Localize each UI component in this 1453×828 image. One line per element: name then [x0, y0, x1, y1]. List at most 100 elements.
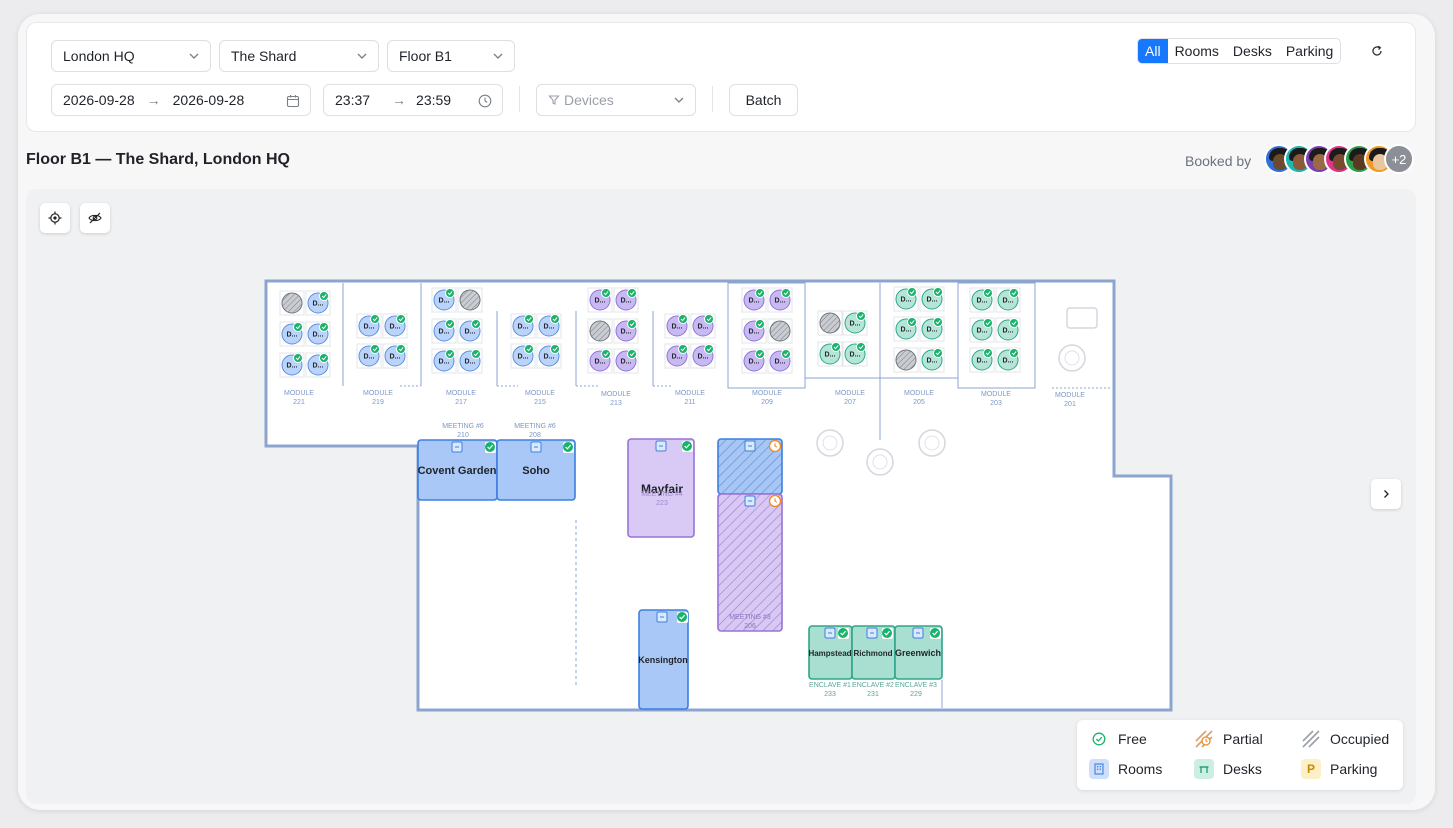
desk-label: D... — [544, 354, 555, 361]
desk-label: D... — [927, 358, 938, 365]
building-value: The Shard — [231, 48, 297, 64]
floor-plan: D... D... D... D... D... D... D... D... D... D...… — [264, 279, 1173, 712]
time-from[interactable]: 23:37 — [335, 92, 370, 108]
room-number: 210 — [457, 432, 469, 439]
time-range-picker[interactable]: 23:37 → 23:59 — [323, 84, 503, 116]
parking-icon: P — [1301, 759, 1321, 779]
time-to[interactable]: 23:59 — [416, 92, 451, 108]
legend-rooms-label: Rooms — [1118, 761, 1163, 777]
desk-occupied[interactable] — [281, 292, 303, 314]
room-name: Kensington — [638, 655, 688, 665]
check-icon — [319, 291, 329, 301]
tab-parking[interactable]: Parking — [1279, 39, 1340, 63]
map-legend: Free Partial Occupied Rooms Desks P Park… — [1077, 720, 1403, 790]
round-table — [924, 435, 940, 451]
room-sub-label: MEETING #6 — [442, 423, 484, 430]
desk-label: D... — [390, 324, 401, 331]
divider — [712, 86, 713, 112]
desk-occupied[interactable] — [769, 320, 791, 342]
check-icon — [755, 349, 765, 359]
app-window: London HQ The Shard Floor B1 2026-09-28 … — [18, 14, 1435, 810]
booked-by-label: Booked by — [1185, 153, 1252, 169]
partial-hatch-icon — [1194, 729, 1214, 749]
tab-all[interactable]: All — [1138, 39, 1168, 63]
check-icon — [933, 287, 943, 297]
room-name: Soho — [522, 465, 550, 477]
desk-occupied[interactable] — [895, 349, 917, 371]
building-select[interactable]: The Shard — [219, 40, 379, 72]
desk-label: D... — [518, 324, 529, 331]
desk-label: D... — [465, 329, 476, 336]
round-table — [1064, 350, 1080, 366]
desk-occupied[interactable] — [819, 312, 841, 334]
date-from[interactable]: 2026-09-28 — [63, 92, 135, 108]
desk-label: D... — [927, 297, 938, 304]
desk-label: D... — [749, 359, 760, 366]
office-select[interactable]: London HQ — [51, 40, 211, 72]
check-icon — [563, 442, 573, 452]
desk-label: D... — [672, 354, 683, 361]
floor-select[interactable]: Floor B1 — [387, 40, 515, 72]
desk-label: D... — [595, 359, 606, 366]
desk-occupied[interactable] — [589, 320, 611, 342]
check-icon — [601, 349, 611, 359]
desk-label: D... — [775, 298, 786, 305]
check-icon — [781, 288, 791, 298]
floor-plan-canvas[interactable]: D... D... D... D... D... D... D... D... D... D...… — [26, 189, 1416, 804]
desk-label: D... — [621, 329, 632, 336]
module-number: 209 — [761, 399, 773, 406]
room-meeting-3[interactable] — [717, 493, 783, 632]
check-icon — [627, 319, 637, 329]
devices-filter[interactable]: Devices — [536, 84, 696, 116]
tab-desks[interactable]: Desks — [1226, 39, 1279, 63]
room-name: Greenwich — [895, 648, 941, 658]
module-label: MODULE — [363, 390, 393, 397]
check-icon — [524, 314, 534, 324]
batch-button[interactable]: Batch — [729, 84, 798, 116]
check-icon — [907, 287, 917, 297]
room-sub-label: ENCLAVE #2 — [852, 682, 894, 689]
room-number: 206 — [744, 623, 756, 630]
legend-free: Free — [1089, 729, 1147, 749]
desk-label: D... — [901, 297, 912, 304]
check-icon — [319, 322, 329, 332]
check-icon — [471, 319, 481, 329]
desk-label: D... — [749, 329, 760, 336]
check-icon — [319, 353, 329, 363]
check-icon — [682, 441, 692, 451]
check-icon — [1009, 348, 1019, 358]
check-icon — [396, 344, 406, 354]
chevron-down-icon — [357, 53, 367, 59]
more-bookers-badge[interactable]: +2 — [1384, 144, 1414, 174]
check-icon — [677, 612, 687, 622]
check-icon — [678, 344, 688, 354]
legend-parking: P Parking — [1301, 759, 1377, 779]
desk-occupied[interactable] — [459, 289, 481, 311]
date-to[interactable]: 2026-09-28 — [173, 92, 245, 108]
desk-label: D... — [621, 298, 632, 305]
date-range-picker[interactable]: 2026-09-28 → 2026-09-28 — [51, 84, 311, 116]
next-floor-button[interactable] — [1371, 479, 1401, 509]
desk-label: D... — [313, 363, 324, 370]
check-icon — [983, 288, 993, 298]
desk-label: D... — [1003, 298, 1014, 305]
round-table — [822, 435, 838, 451]
room-number: 208 — [529, 432, 541, 439]
arrow-right-icon: → — [146, 92, 161, 108]
desk-label: D... — [544, 324, 555, 331]
tab-rooms[interactable]: Rooms — [1168, 39, 1226, 63]
legend-free-label: Free — [1118, 731, 1147, 747]
desk-label: D... — [977, 298, 988, 305]
desk-label: D... — [698, 354, 709, 361]
check-icon — [907, 317, 917, 327]
room-name: Richmond — [853, 649, 892, 658]
desk-label: D... — [287, 332, 298, 339]
module-number: 213 — [610, 400, 622, 407]
check-icon — [445, 319, 455, 329]
occupied-hatch-icon — [1301, 729, 1321, 749]
refresh-button[interactable] — [1366, 40, 1388, 62]
bag-icon — [1066, 307, 1098, 329]
check-icon — [933, 348, 943, 358]
desk-label: D... — [313, 332, 324, 339]
room-number: 223 — [656, 500, 668, 507]
